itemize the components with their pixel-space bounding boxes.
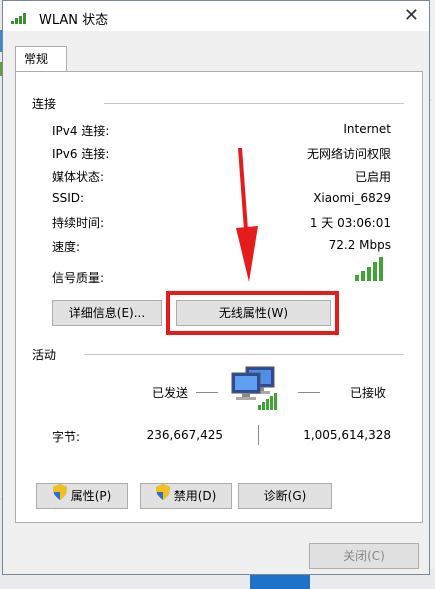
ipv4-value: Internet (343, 122, 391, 136)
signal-icon (355, 257, 387, 284)
media-state-value: 已启用 (354, 170, 391, 184)
section-divider (104, 103, 404, 104)
received-line (298, 392, 320, 393)
details-button[interactable]: 详细信息(E)... (52, 300, 162, 326)
properties-button-label: 属性(P) (70, 489, 112, 503)
ipv6-label: IPv6 连接: (52, 147, 110, 161)
properties-button[interactable]: 属性(P) (36, 483, 128, 509)
title-bar: WLAN 状态 ✕ (3, 1, 429, 31)
ssid-value: Xiaomi_6829 (313, 191, 391, 205)
wlan-status-dialog: WLAN 状态 ✕ 常规 连接 IPv4 连接: Internet IPv6 连… (2, 0, 430, 575)
bytes-separator (258, 425, 259, 445)
diagnose-button[interactable]: 诊断(G) (238, 483, 332, 509)
close-button[interactable]: 关闭(C) (309, 543, 419, 569)
wifi-icon (11, 12, 29, 27)
media-state-label: 媒体状态: (52, 170, 105, 184)
bytes-label: 字节: (52, 430, 81, 444)
section-divider (84, 354, 404, 355)
section-activity-label: 活动 (32, 348, 57, 362)
speed-value: 72.2 Mbps (328, 238, 391, 252)
duration-label: 持续时间: (52, 216, 105, 230)
sent-line (196, 392, 218, 393)
duration-value: 1 天 03:06:01 (309, 216, 391, 230)
tab-general[interactable]: 常规 (15, 46, 67, 71)
ipv4-label: IPv4 连接: (52, 124, 110, 138)
shield-icon (155, 483, 170, 508)
ssid-label: SSID: (52, 191, 85, 205)
red-highlight-box (166, 291, 339, 335)
network-computers-icon (228, 365, 280, 414)
ipv6-value: 无网络访问权限 (306, 147, 391, 161)
bytes-received-value: 1,005,614,328 (303, 428, 391, 442)
disable-button[interactable]: 禁用(D) (140, 483, 232, 509)
sent-label: 已发送 (152, 386, 189, 400)
section-connection-label: 连接 (32, 97, 57, 111)
window-title: WLAN 状态 (39, 13, 109, 28)
tab-panel: 连接 IPv4 连接: Internet IPv6 连接: 无网络访问权限 媒体… (15, 71, 423, 523)
received-label: 已接收 (350, 386, 387, 400)
background-button (250, 573, 310, 589)
disable-button-label: 禁用(D) (173, 489, 217, 503)
close-icon[interactable]: ✕ (404, 5, 419, 26)
bytes-sent-value: 236,667,425 (146, 428, 223, 442)
shield-icon (52, 483, 67, 508)
speed-label: 速度: (52, 240, 81, 254)
signal-quality-label: 信号质量: (52, 271, 105, 285)
